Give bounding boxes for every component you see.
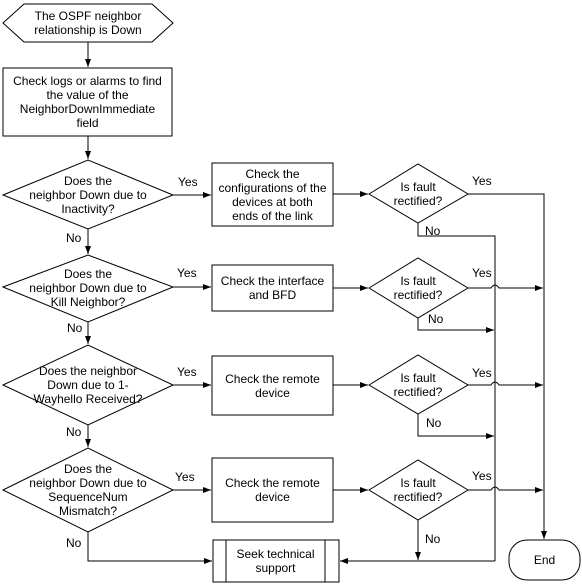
yes-label-q4: Yes: [175, 470, 195, 484]
question-1-label: Does the neighbor Down due to Inactivity…: [29, 174, 147, 216]
edge-q4-to-support: [87, 532, 212, 564]
start-node-label: The OSPF neighbor relationship is Down: [34, 9, 142, 37]
yes-label-q2: Yes: [177, 266, 197, 280]
question-4-label: Does the neighbor Down due to SequenceNu…: [29, 462, 147, 518]
yes-label-fault-1: Yes: [472, 174, 492, 188]
no-label-q3: No: [66, 425, 82, 439]
question-3-label: Does the neighbor Down due to 1- Wayhell…: [33, 364, 143, 406]
yes-label-q1: Yes: [178, 175, 198, 189]
check-logs-label: Check logs or alarms to find the value o…: [13, 74, 162, 130]
yes-label-q3: Yes: [177, 365, 197, 379]
no-label-fault-2: No: [428, 312, 444, 326]
no-label-fault-1: No: [425, 224, 441, 238]
no-label-q1: No: [66, 231, 82, 245]
question-2-label: Does the neighbor Down due to Kill Neigh…: [29, 267, 147, 309]
fault-2-label: Is fault rectified?: [393, 274, 443, 302]
action-4-label: Check the remote device: [225, 476, 320, 504]
action-2-label: Check the interface and BFD: [220, 274, 325, 302]
end-label: End: [533, 553, 556, 567]
fault-4-label: Is fault rectified?: [393, 476, 443, 504]
support-label: Seek technical support: [236, 547, 315, 575]
no-label-q2: No: [67, 321, 83, 335]
yes-label-fault-3: Yes: [472, 366, 492, 380]
action-1-label: Check the configurations of the devices …: [218, 166, 327, 223]
no-label-fault-3: No: [426, 416, 442, 430]
fault-1-label: Is fault rectified?: [393, 180, 443, 208]
no-label-fault-4: No: [425, 532, 441, 546]
yes-label-fault-4: Yes: [472, 469, 492, 483]
fault-3-label: Is fault rectified?: [393, 371, 443, 399]
action-3-label: Check the remote device: [225, 371, 320, 400]
no-label-q4: No: [66, 536, 82, 550]
yes-label-fault-2: Yes: [472, 266, 492, 280]
